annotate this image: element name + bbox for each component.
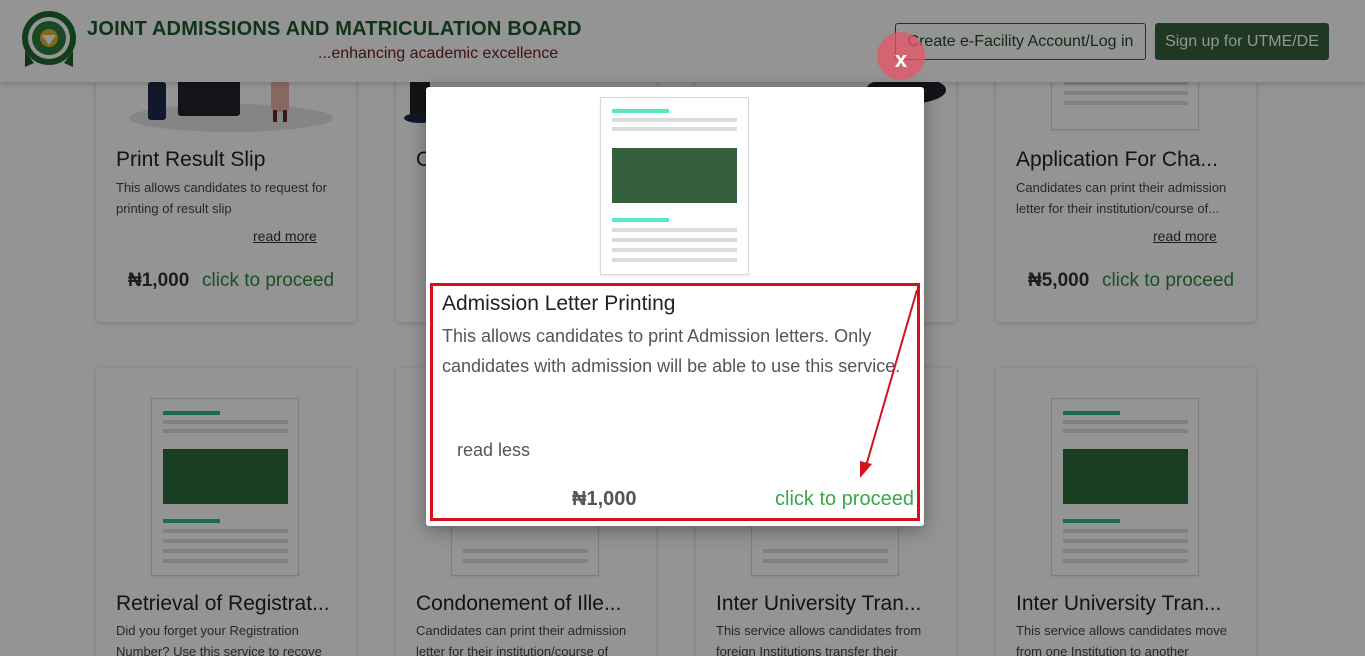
close-icon[interactable]: x	[877, 32, 925, 80]
service-detail-modal: Admission Letter Printing This allows ca…	[426, 87, 924, 526]
read-less-link[interactable]: read less	[457, 440, 530, 461]
modal-description: This allows candidates to print Admissio…	[442, 326, 901, 376]
document-illustration	[600, 97, 749, 275]
click-to-proceed-link[interactable]: click to proceed	[775, 488, 914, 511]
modal-title: Admission Letter Printing	[442, 292, 676, 315]
modal-price: ₦1,000	[572, 488, 637, 510]
highlight-box	[430, 283, 920, 521]
